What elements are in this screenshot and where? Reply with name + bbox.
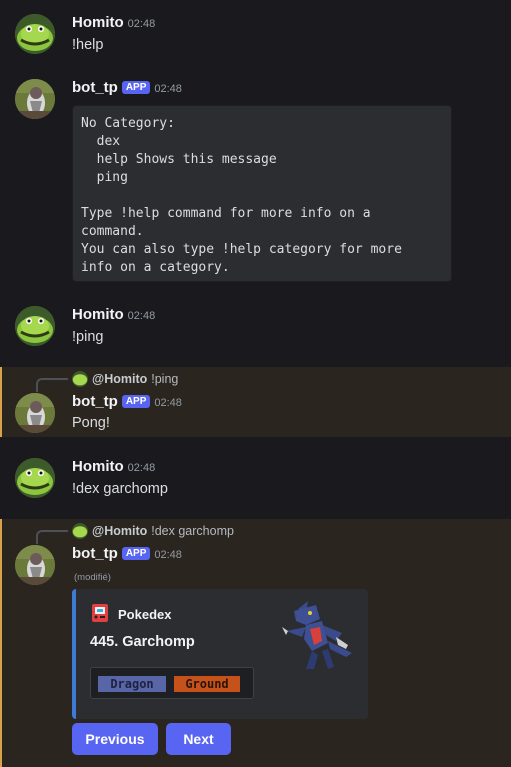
author-name[interactable]: bot_tp APP 02:48 [72,545,182,562]
message-homito-dex: Homito 02:48 !dex garchomp [0,448,511,518]
author-name[interactable]: Homito 02:48 [72,14,155,31]
embed-author-name: Pokedex [118,607,172,622]
help-code-block: No Category: dex help Shows this message… [72,105,452,282]
reply-preview[interactable]: @Homito !ping [72,371,178,387]
message-bot-pong: @Homito !ping bot_tp APP 02:48 Pong! [0,367,511,437]
message-text: Pong! [72,415,110,431]
app-badge: APP [121,547,151,560]
next-button[interactable]: Next [166,723,231,755]
avatar-homito-small [72,371,88,387]
app-badge: APP [121,395,151,408]
timestamp: 02:48 [154,83,182,95]
timestamp: 02:48 [154,397,182,409]
reply-author[interactable]: @Homito [92,372,147,386]
pokedex-icon [90,603,110,626]
type-badge-dragon: Dragon [98,676,166,692]
author-name[interactable]: Homito 02:48 [72,306,155,323]
avatar-homito[interactable] [15,14,55,54]
reply-text: !dex garchomp [151,524,234,538]
type-code-block: Dragon Ground [90,667,254,699]
garchomp-sprite [276,597,356,682]
type-badge-ground: Ground [174,676,240,692]
avatar-homito[interactable] [15,306,55,346]
embed-author: Pokedex [90,603,171,626]
message-text: !ping [72,329,104,345]
reply-text: !ping [151,372,179,386]
reply-author[interactable]: @Homito [92,524,147,538]
pokedex-embed: Pokedex 445. Garchomp Dragon Ground [72,589,368,719]
app-badge: APP [121,81,151,94]
author-name[interactable]: Homito 02:48 [72,458,155,475]
author-name[interactable]: bot_tp APP 02:48 [72,393,182,410]
reply-connector [36,530,68,544]
edited-indicator: (modifié) [74,572,111,583]
timestamp: 02:48 [154,549,182,561]
avatar-bot[interactable] [15,545,55,585]
embed-title: 445. Garchomp [90,634,195,650]
message-text: !dex garchomp [72,481,168,497]
author-name[interactable]: bot_tp APP 02:48 [72,79,182,96]
timestamp: 02:48 [127,18,156,30]
previous-button[interactable]: Previous [72,723,158,755]
avatar-bot[interactable] [15,393,55,433]
reply-preview[interactable]: @Homito !dex garchomp [72,523,234,539]
avatar-homito[interactable] [15,458,55,498]
message-homito-ping: Homito 02:48 !ping [0,296,511,366]
message-homito-help: Homito 02:48 !help [0,0,511,70]
avatar-bot[interactable] [15,79,55,119]
timestamp: 02:48 [127,462,156,474]
message-text: !help [72,37,104,53]
avatar-homito-small [72,523,88,539]
reply-connector [36,378,68,392]
timestamp: 02:48 [127,310,156,322]
